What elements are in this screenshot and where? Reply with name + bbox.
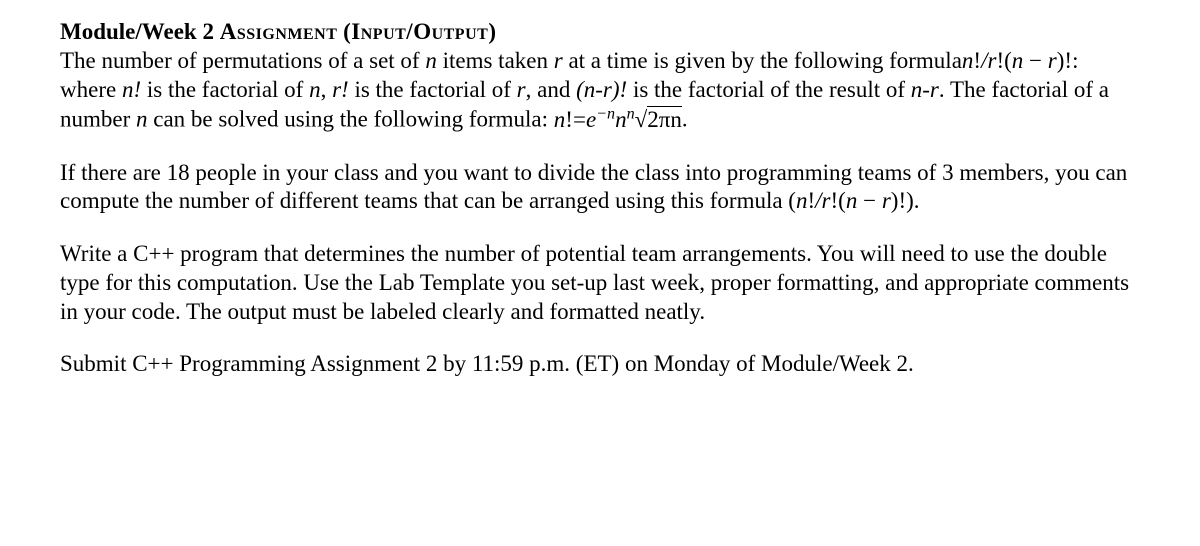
p1-text-1: The number of permutations of a set of — [60, 48, 425, 73]
var-r-2: r — [517, 77, 526, 102]
permutation-formula-2: n!/r!(n − r)! — [796, 188, 906, 213]
p2-text-1: If there are 18 people in your class and… — [60, 160, 1127, 214]
p1-text-11: can be solved using the following formul… — [148, 107, 554, 132]
p1-text-8: , and — [526, 77, 576, 102]
title-module: Module/Week 2 — [60, 19, 220, 44]
permutation-formula: n!/r!(n − r)! — [962, 48, 1072, 73]
paragraph-1: Module/Week 2 Assignment (Input/Output) … — [60, 18, 1140, 135]
p1-text-3: at a time is given by the following form… — [563, 48, 962, 73]
p1-text-12: . — [682, 107, 688, 132]
n-minus-r-factorial: (n-r)! — [576, 77, 627, 102]
p1-text-2: items taken — [437, 48, 554, 73]
p1-text-5: is the factorial of — [141, 77, 309, 102]
title-assignment: Assignment — [220, 19, 338, 44]
paragraph-2: If there are 18 people in your class and… — [60, 159, 1140, 217]
var-n: n — [425, 48, 437, 73]
p1-text-7: is the factorial of — [349, 77, 517, 102]
stirling-formula: n!=e−nnn√2πn — [554, 107, 682, 132]
var-r: r — [554, 48, 563, 73]
p3-text: Write a C++ program that determines the … — [60, 241, 1129, 324]
paragraph-4: Submit C++ Programming Assignment 2 by 1… — [60, 350, 1140, 379]
p1-text-9: is the factorial of the result of — [627, 77, 911, 102]
p4-text: Submit C++ Programming Assignment 2 by 1… — [60, 351, 914, 376]
paragraph-3: Write a C++ program that determines the … — [60, 240, 1140, 326]
n-minus-r: n-r — [911, 77, 939, 102]
var-n-3: n — [136, 107, 148, 132]
p1-text-6: , — [321, 77, 333, 102]
assignment-title: Module/Week 2 Assignment (Input/Output) — [60, 19, 496, 44]
r-factorial: r! — [332, 77, 349, 102]
document-page: Module/Week 2 Assignment (Input/Output) … — [0, 0, 1200, 546]
var-n-2: n — [309, 77, 321, 102]
n-factorial: n! — [122, 77, 141, 102]
title-paren: (Input/Output) — [343, 19, 496, 44]
p2-text-2: ). — [906, 188, 919, 213]
